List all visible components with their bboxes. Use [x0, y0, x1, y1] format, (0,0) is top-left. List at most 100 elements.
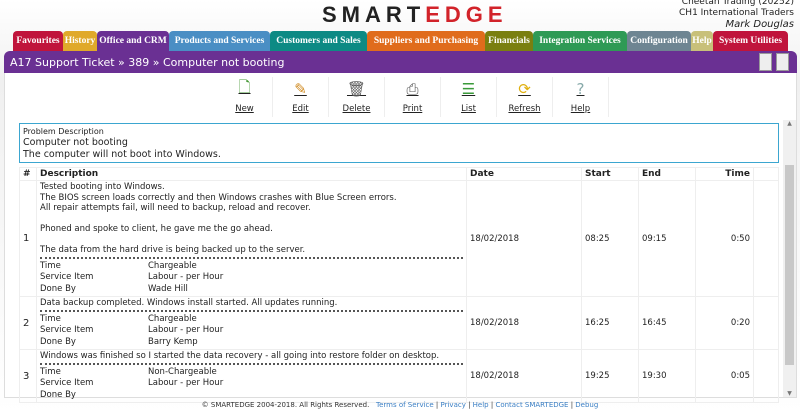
row-number: 3 — [19, 349, 37, 403]
time-type: Non-Chargeable — [148, 366, 217, 377]
time-label: Time — [40, 313, 61, 324]
activity-note: Tested booting into Windows. The BIOS sc… — [40, 182, 463, 259]
bookmark-icon[interactable] — [759, 53, 772, 71]
toolbar-label: Print — [402, 104, 423, 114]
new-button[interactable]: 🗋 New — [217, 77, 273, 117]
account-info: Cheetah Trading (20252) CH1 Internationa… — [679, 0, 794, 30]
done-by: Barry Kemp — [148, 336, 198, 347]
terms-link[interactable]: Terms of Service — [376, 401, 434, 409]
document-search-icon[interactable] — [776, 53, 789, 71]
start-cell: 19:25 — [581, 349, 639, 403]
table-row[interactable]: 3 Windows was finished so I started the … — [19, 349, 779, 403]
col-number: # — [19, 167, 37, 181]
toolbar-label: Delete — [342, 104, 371, 114]
nav-tab-system-utilities[interactable]: System Utilities — [713, 31, 788, 51]
user-name[interactable]: Mark Douglas — [679, 19, 794, 30]
toolbar-label: Edit — [292, 104, 309, 114]
toolbar-label: Help — [570, 104, 591, 114]
print-button[interactable]: ⎙ Print — [385, 77, 441, 117]
toolbar-label: Refresh — [508, 104, 541, 114]
scroll-down-icon[interactable]: ▼ — [783, 390, 796, 397]
trash-icon: 🗑 — [346, 80, 367, 98]
time-label: Time — [40, 260, 61, 271]
scrollbar[interactable]: ▲ ▼ — [783, 120, 796, 397]
main-nav: Favourites History Office and CRM Products … — [13, 31, 788, 51]
activity-table-wrap: # Description Date Start End Time 1 Test… — [19, 167, 779, 403]
logo-part-edge: EDGE — [425, 2, 508, 27]
service-item: Labour - per Hour — [148, 325, 224, 335]
help-link[interactable]: Help — [473, 401, 489, 409]
end-cell: 19:30 — [638, 349, 696, 403]
done-by: Wade Hill — [148, 283, 188, 294]
time-cell: 0:50 — [695, 180, 754, 297]
nav-tab-favourites[interactable]: Favourites — [13, 31, 63, 51]
col-start: Start — [581, 167, 639, 181]
extra-cell — [753, 296, 779, 350]
nav-tab-help[interactable]: Help — [691, 31, 713, 51]
row-number: 1 — [19, 180, 37, 297]
logo-part-smart: SMART — [322, 2, 426, 27]
service-item: Labour - per Hour — [148, 378, 224, 388]
start-cell: 16:25 — [581, 296, 639, 350]
activity-note: Data backup completed. Windows install s… — [40, 298, 463, 312]
time-type: Chargeable — [148, 313, 197, 324]
list-button[interactable]: ☰ List — [441, 77, 497, 117]
nav-tab-suppliers-and-purchasing[interactable]: Suppliers and Purchasing — [367, 31, 485, 51]
copyright: © SMARTEDGE 2004-2018. All Rights Reserv… — [201, 401, 370, 409]
footer: © SMARTEDGE 2004-2018. All Rights Reserv… — [201, 401, 599, 409]
service-item-label: Service Item — [40, 378, 94, 388]
col-time: Time — [695, 167, 754, 181]
nav-tab-customers-and-sales[interactable]: Customers and Sales — [270, 31, 367, 51]
toolbar-label: New — [235, 104, 254, 114]
debug-link[interactable]: Debug — [575, 401, 598, 409]
col-end: End — [638, 167, 696, 181]
edit-button[interactable]: ✎ Edit — [273, 77, 329, 117]
time-cell: 0:05 — [695, 349, 754, 403]
smartedge-logo: SMARTEDGE — [322, 2, 508, 28]
activity-table: # Description Date Start End Time 1 Test… — [19, 167, 779, 403]
scroll-up-icon[interactable]: ▲ — [783, 120, 796, 127]
new-document-icon: 🗋 — [238, 77, 251, 96]
problem-title: Computer not booting — [23, 137, 128, 148]
nav-tab-office-and-crm[interactable]: Office and CRM — [97, 31, 169, 51]
activity-note: Windows was finished so I started the da… — [40, 351, 463, 365]
nav-tab-configuration[interactable]: Configuration — [627, 31, 691, 51]
extra-cell — [753, 180, 779, 297]
nav-tab-history[interactable]: History — [63, 31, 97, 51]
branch-name: CH1 International Traders — [679, 8, 794, 18]
date-cell: 18/02/2018 — [466, 180, 582, 297]
service-item: Labour - per Hour — [148, 272, 224, 282]
nav-tab-products-and-services[interactable]: Products and Services — [169, 31, 270, 51]
extra-cell — [753, 349, 779, 403]
end-cell: 16:45 — [638, 296, 696, 350]
help-icon: ? — [576, 80, 585, 98]
scroll-thumb[interactable] — [785, 165, 794, 365]
page-title-bar: A17 Support Ticket » 389 » Computer not … — [4, 51, 797, 73]
col-extra — [753, 167, 779, 181]
nav-tab-integration-services[interactable]: Integration Services — [533, 31, 627, 51]
help-button[interactable]: ? Help — [553, 77, 609, 117]
company-name: Cheetah Trading (20252) — [681, 0, 794, 7]
date-cell: 18/02/2018 — [466, 349, 582, 403]
content-panel: 🗋 New ✎ Edit 🗑 Delete ⎙ Print ☰ List ⟳ Refresh? Help… — [4, 73, 797, 403]
edit-icon: ✎ — [294, 80, 307, 98]
toolbar-label: List — [461, 104, 476, 114]
refresh-button[interactable]: ⟳ Refresh — [497, 77, 553, 117]
date-cell: 18/02/2018 — [466, 296, 582, 350]
done-by-label: Done By — [40, 283, 76, 294]
row-number: 2 — [19, 296, 37, 350]
problem-description-box: Problem Description Computer not booting… — [19, 123, 779, 163]
end-cell: 09:15 — [638, 180, 696, 297]
delete-button[interactable]: 🗑 Delete — [329, 77, 385, 117]
list-icon: ☰ — [461, 80, 476, 98]
privacy-link[interactable]: Privacy — [441, 401, 466, 409]
service-item-label: Service Item — [40, 325, 94, 335]
contact-link[interactable]: Contact SMARTEDGE — [495, 401, 568, 409]
table-row[interactable]: 2 Data backup completed. Windows install… — [19, 296, 779, 350]
refresh-icon: ⟳ — [518, 80, 531, 98]
time-label: Time — [40, 366, 61, 377]
service-item-label: Service Item — [40, 272, 94, 282]
printer-icon: ⎙ — [406, 80, 419, 98]
table-row[interactable]: 1 Tested booting into Windows. The BIOS … — [19, 180, 779, 297]
nav-tab-financials[interactable]: Financials — [485, 31, 533, 51]
